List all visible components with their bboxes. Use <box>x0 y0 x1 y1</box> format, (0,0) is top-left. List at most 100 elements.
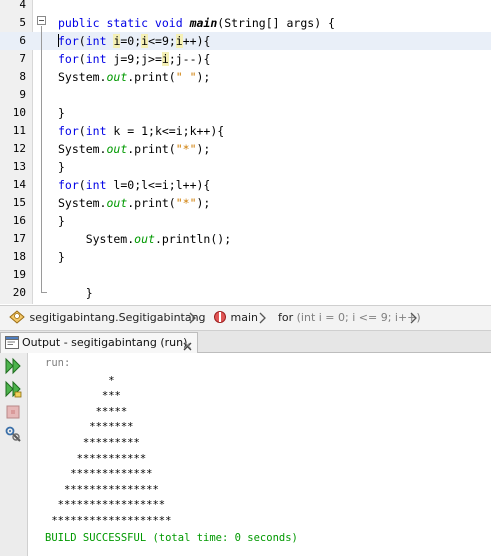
output-tab-bar: Output - segitigabintang (run) <box>0 331 491 353</box>
line-number: 17 <box>12 232 26 245</box>
code-token: public static void <box>58 16 190 30</box>
line-number: 15 <box>12 196 26 209</box>
code-line[interactable]: 14 for(int l=0;l<=i;l++){ <box>0 176 491 194</box>
code-line[interactable]: 15 System.out.print("*"); <box>0 194 491 212</box>
code-text[interactable]: for(int l=0;l<=i;l++){ <box>58 176 210 194</box>
code-token: ( <box>78 124 86 138</box>
code-line[interactable]: 19 <box>0 266 491 284</box>
code-line[interactable]: 17 System.out.println(); <box>0 230 491 248</box>
code-token: j=9;j>= <box>106 52 162 66</box>
line-number: 11 <box>12 124 26 137</box>
code-line[interactable]: 5 public static void main(String[] args) … <box>0 14 491 32</box>
code-token: System. <box>58 232 135 246</box>
code-token: int <box>85 178 107 192</box>
code-token: System. <box>58 142 107 156</box>
code-token: for <box>58 52 79 66</box>
code-token: ); <box>196 196 211 210</box>
code-text[interactable]: System.out.print("*"); <box>58 194 210 212</box>
line-number: 14 <box>12 178 26 191</box>
code-token: } <box>58 214 65 228</box>
code-text[interactable]: } <box>58 284 93 302</box>
code-token: int <box>85 52 107 66</box>
code-line[interactable]: 4 <box>0 0 491 14</box>
method-icon <box>214 311 226 323</box>
code-text[interactable]: } <box>58 248 65 266</box>
build-status: BUILD SUCCESSFUL (total time: 0 seconds) <box>45 532 298 544</box>
code-token: for <box>58 124 79 138</box>
code-token: .print( <box>127 142 176 156</box>
navigation-breadcrumb-bar: segitigabintang.Segitigabintang main for… <box>0 305 491 331</box>
code-token: "*" <box>175 196 197 210</box>
code-token: } <box>58 106 65 120</box>
line-number: 10 <box>12 106 26 119</box>
line-number: 16 <box>12 214 26 227</box>
fold-toggle-icon[interactable] <box>37 16 46 25</box>
code-line[interactable]: 10} <box>0 104 491 122</box>
code-token: ++){ <box>182 34 211 48</box>
class-icon <box>9 310 25 324</box>
code-text[interactable]: for(int k = 1;k<=i;k++){ <box>58 122 224 140</box>
line-number: 13 <box>12 160 26 173</box>
code-token: } <box>58 250 65 264</box>
code-line[interactable]: 16} <box>0 212 491 230</box>
code-token: out <box>106 142 128 156</box>
tab-output[interactable]: Output - segitigabintang (run) <box>0 332 198 353</box>
code-token: ); <box>196 70 211 84</box>
code-text[interactable]: System.out.print("*"); <box>58 140 210 158</box>
fold-guide-end <box>41 292 47 293</box>
chevron-right-icon <box>259 312 267 324</box>
breadcrumb-loop-keyword: for <box>278 311 294 324</box>
code-token: i <box>161 52 169 66</box>
rerun-with-options-icon[interactable] <box>4 380 22 398</box>
code-token: ( <box>78 34 86 48</box>
code-text[interactable]: } <box>58 212 65 230</box>
code-token: " " <box>175 70 197 84</box>
code-token: System. <box>58 196 107 210</box>
code-token: int <box>85 124 107 138</box>
line-number: 5 <box>19 16 26 29</box>
code-line[interactable]: 18} <box>0 248 491 266</box>
code-token: } <box>58 286 93 300</box>
code-line[interactable]: 7 for(int j=9;j>=i;j--){ <box>0 50 491 68</box>
stop-icon[interactable] <box>4 403 22 421</box>
code-token: main <box>189 16 218 30</box>
code-editor[interactable]: 4 5 public static void main(String[] args)… <box>0 0 491 304</box>
code-text[interactable]: } <box>58 158 65 176</box>
code-token: ( <box>78 178 86 192</box>
code-text[interactable]: } <box>58 104 65 122</box>
code-line[interactable]: 9 <box>0 86 491 104</box>
code-line[interactable]: 20 } <box>0 284 491 302</box>
run-label: run: <box>45 357 71 369</box>
code-text[interactable]: for(int i=0;i<=9;i++){ <box>58 32 210 50</box>
code-text[interactable]: public static void main(String[] args) { <box>58 14 335 32</box>
code-text[interactable]: System.out.print(" "); <box>58 68 210 86</box>
code-token: .println(); <box>154 232 232 246</box>
line-number: 20 <box>12 286 26 299</box>
rerun-icon[interactable] <box>4 357 22 375</box>
code-token: int <box>85 34 107 48</box>
line-number: 18 <box>12 250 26 263</box>
code-line[interactable]: 13} <box>0 158 491 176</box>
line-number: 6 <box>19 34 26 47</box>
output-toolbar <box>0 353 28 556</box>
breadcrumb-class[interactable]: segitigabintang.Segitigabintang <box>8 306 206 330</box>
breadcrumb-loop-detail: (int i = 0; i <= 9; i++) <box>296 311 421 324</box>
code-line[interactable]: 6 for(int i=0;i<=9;i++){ <box>0 32 491 50</box>
fold-guide-line <box>41 26 42 292</box>
code-token: out <box>106 196 128 210</box>
code-token: (String[] args) { <box>217 16 335 30</box>
output-line: ******************* <box>45 514 172 527</box>
code-line[interactable]: 11 for(int k = 1;k<=i;k++){ <box>0 122 491 140</box>
breadcrumb-loop[interactable]: for (int i = 0; i <= 9; i++) <box>278 306 421 330</box>
code-line[interactable]: 8 System.out.print(" "); <box>0 68 491 86</box>
chevron-right-icon <box>189 312 197 324</box>
output-console[interactable]: run: * *** ***** ******* ********* *****… <box>29 353 491 556</box>
code-text[interactable]: for(int j=9;j>=i;j--){ <box>58 50 210 68</box>
breadcrumb-method[interactable]: main <box>213 306 258 330</box>
line-number: 9 <box>19 88 26 101</box>
code-text[interactable]: System.out.println(); <box>58 230 231 248</box>
code-token: <=9; <box>148 34 176 48</box>
settings-icon[interactable] <box>4 425 22 443</box>
code-token: ); <box>196 142 211 156</box>
code-line[interactable]: 12 System.out.print("*"); <box>0 140 491 158</box>
